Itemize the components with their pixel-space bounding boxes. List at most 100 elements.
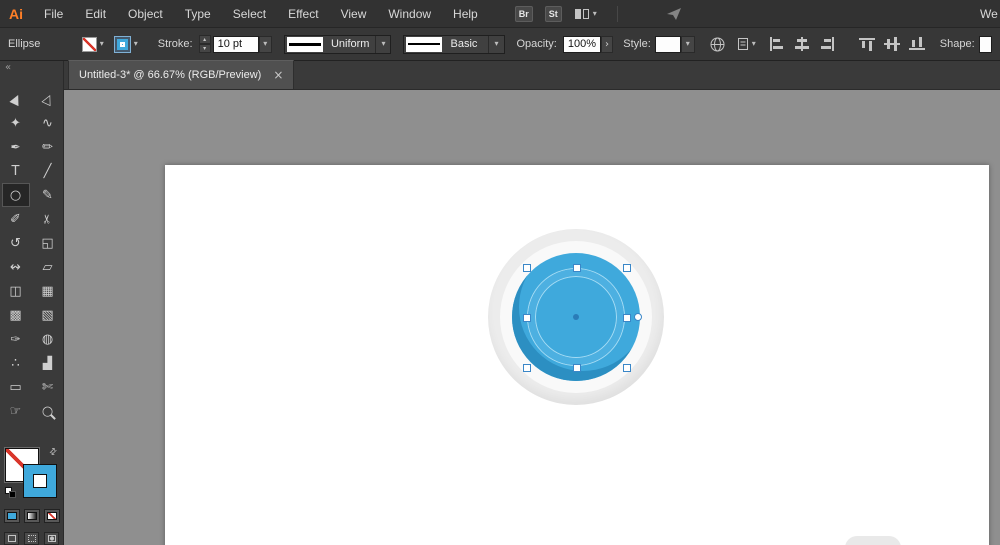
rotate-tool[interactable]: ↺ (2, 231, 30, 255)
align-horizontal-left-button[interactable] (768, 36, 786, 52)
partial-shape[interactable] (845, 536, 901, 545)
gradient-button[interactable] (24, 509, 40, 523)
scissors-tool[interactable]: ✂ (34, 207, 62, 231)
brush-definition-dropdown[interactable]: Basic ▾ (403, 35, 504, 54)
chevron-down-icon: ▾ (134, 40, 138, 48)
arrange-documents-icon (574, 7, 590, 21)
draw-inside-button[interactable] (44, 532, 59, 545)
selection-handle[interactable] (623, 314, 631, 322)
selection-handle[interactable] (623, 264, 631, 272)
lasso-tool[interactable]: ∿ (34, 111, 62, 135)
scissors-icon: ✂ (41, 214, 55, 224)
curvature-tool[interactable]: ✏ (34, 135, 62, 159)
selection-center-point[interactable] (573, 314, 579, 320)
bridge-button[interactable]: Br (515, 6, 533, 22)
stock-button[interactable]: St (545, 6, 562, 22)
stepper-down-icon[interactable]: ▾ (199, 44, 211, 53)
swap-fill-stroke-icon[interactable]: ⇄ (48, 446, 60, 458)
mesh-tool[interactable]: ▩ (2, 303, 30, 327)
width-tool[interactable]: ↭ (2, 255, 30, 279)
direct-selection-tool[interactable]: ▷ (34, 87, 62, 111)
style-dropdown-button[interactable]: ▾ (681, 36, 695, 53)
share-button[interactable] (666, 6, 682, 21)
opacity-input[interactable] (563, 36, 601, 53)
selection-tool[interactable]: ▶ (2, 87, 30, 111)
align-vertical-top-button[interactable] (858, 36, 876, 52)
dropdown-caret[interactable]: ▾ (488, 36, 503, 53)
column-graph-tool[interactable]: ▟ (34, 351, 62, 375)
document-info-button[interactable] (709, 36, 726, 53)
perspective-grid-tool[interactable]: ▦ (34, 279, 62, 303)
arrange-documents-button[interactable]: ▾ (574, 7, 597, 21)
selection-handle[interactable] (523, 264, 531, 272)
variable-width-profile-dropdown[interactable]: Uniform ▾ (284, 35, 392, 54)
eyedropper-tool[interactable]: ✑ (2, 327, 30, 351)
default-fill-stroke-icon[interactable] (5, 487, 17, 498)
free-transform-tool[interactable]: ▱ (34, 255, 62, 279)
graphic-style-dropdown[interactable]: ▾ (655, 36, 695, 53)
type-tool[interactable]: T (2, 159, 30, 183)
document-setup-button[interactable]: ▾ (736, 36, 756, 52)
stroke-indicator[interactable] (24, 465, 56, 497)
shape-builder-icon: ◫ (9, 284, 21, 299)
selection-handle[interactable] (523, 314, 531, 322)
draw-normal-button[interactable] (4, 532, 19, 545)
opacity-flyout-button[interactable]: › (601, 36, 613, 53)
menu-file[interactable]: File (33, 0, 74, 27)
pen-tool[interactable]: ✒ (2, 135, 30, 159)
stepper-up-icon[interactable]: ▴ (199, 35, 211, 44)
align-vertical-center-button[interactable] (883, 36, 901, 52)
stroke-label: Stroke: (158, 38, 193, 50)
align-horizontal-right-button[interactable] (818, 36, 836, 52)
stroke-weight-input[interactable] (213, 36, 259, 53)
selection-handle[interactable] (623, 364, 631, 372)
selection-handle[interactable] (573, 264, 581, 272)
menu-effect[interactable]: Effect (277, 0, 329, 27)
mesh-icon: ▩ (9, 308, 21, 323)
none-button[interactable] (44, 509, 60, 523)
menu-help[interactable]: Help (442, 0, 489, 27)
workspace-switcher[interactable]: We (980, 7, 1000, 21)
document-tab[interactable]: Untitled-3* @ 66.67% (RGB/Preview) × (68, 60, 294, 89)
shape-field[interactable] (979, 36, 992, 53)
width-profile-label: Uniform (325, 38, 376, 50)
draw-behind-button[interactable] (24, 532, 39, 545)
scale-tool[interactable]: ◱ (34, 231, 62, 255)
menu-type[interactable]: Type (174, 0, 222, 27)
blend-tool[interactable]: ◍ (34, 327, 62, 351)
fill-color-control[interactable]: ▾ (82, 37, 104, 52)
chevron-down-icon: ▾ (494, 40, 498, 48)
width-icon: ↭ (10, 260, 21, 275)
line-segment-tool[interactable]: ╱ (34, 159, 62, 183)
symbol-sprayer-tool[interactable]: ∴ (2, 351, 30, 375)
tools-panel: « ▶▷✦∿✒✏T╱○✎✐✂↺◱↭▱◫▦▩▧✑◍∴▟▭✄☞○ ⇄ (0, 61, 64, 545)
ellipse-tool[interactable]: ○ (2, 183, 30, 207)
menu-list: FileEditObjectTypeSelectEffectViewWindow… (33, 0, 489, 27)
selection-handle[interactable] (523, 364, 531, 372)
color-button[interactable] (4, 509, 20, 523)
shaper-tool[interactable]: ✐ (2, 207, 30, 231)
dropdown-caret[interactable]: ▾ (375, 36, 390, 53)
selection-handle[interactable] (573, 364, 581, 372)
paintbrush-tool[interactable]: ✎ (34, 183, 62, 207)
gradient-tool[interactable]: ▧ (34, 303, 62, 327)
menu-edit[interactable]: Edit (74, 0, 117, 27)
magic-wand-tool[interactable]: ✦ (2, 111, 30, 135)
anchor-point[interactable] (634, 313, 642, 321)
align-vertical-bottom-button[interactable] (908, 36, 926, 52)
panel-collapse-button[interactable]: « (0, 61, 63, 77)
zoom-tool[interactable]: ○ (34, 399, 62, 423)
slice-tool[interactable]: ✄ (34, 375, 62, 399)
stroke-color-control[interactable]: ▾ (114, 36, 138, 53)
align-horizontal-center-button[interactable] (793, 36, 811, 52)
menu-window[interactable]: Window (377, 0, 442, 27)
artboard-tool[interactable]: ▭ (2, 375, 30, 399)
close-icon[interactable]: × (273, 68, 283, 82)
hand-tool[interactable]: ☞ (2, 399, 30, 423)
menu-object[interactable]: Object (117, 0, 174, 27)
shape-builder-tool[interactable]: ◫ (2, 279, 30, 303)
menu-select[interactable]: Select (222, 0, 277, 27)
menu-view[interactable]: View (330, 0, 378, 27)
stroke-weight-dropdown-button[interactable]: ▾ (259, 36, 272, 53)
stroke-weight-stepper[interactable]: ▴ ▾ (199, 35, 211, 53)
